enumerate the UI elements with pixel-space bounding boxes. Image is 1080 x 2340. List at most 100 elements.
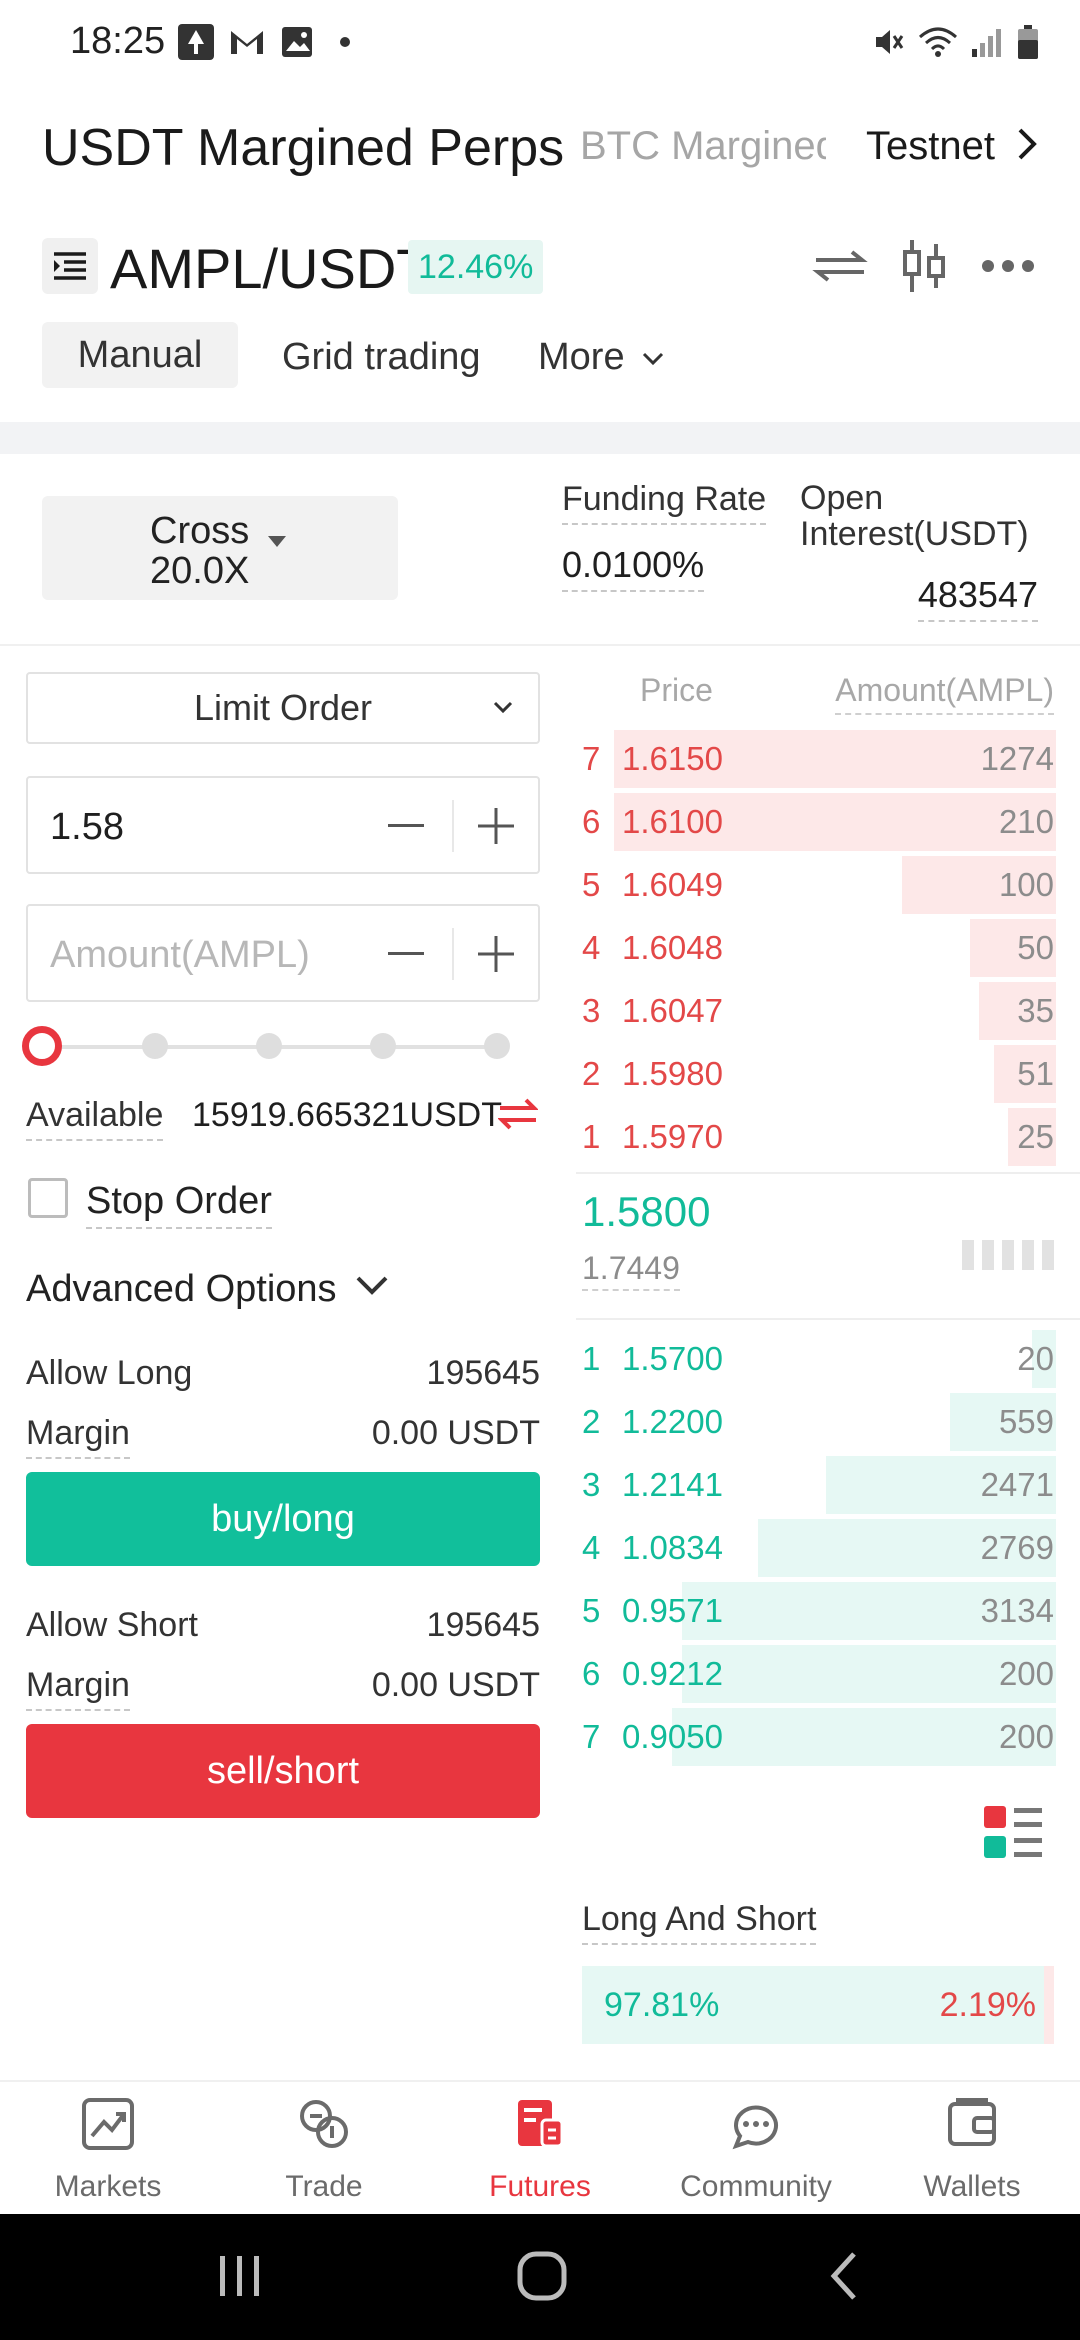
bid-row[interactable]: 2 1.2200 559	[576, 1393, 1056, 1451]
amount-increment-button[interactable]	[468, 926, 524, 982]
advanced-options-toggle[interactable]: Advanced Options	[26, 1268, 337, 1311]
minus-icon	[388, 952, 424, 955]
available-label[interactable]: Available	[26, 1096, 164, 1141]
bid-price: 1.2200	[622, 1403, 723, 1440]
nav-community[interactable]: Community	[648, 2082, 864, 2216]
orderbook-layout-icon[interactable]	[982, 1804, 1044, 1867]
amount-placeholder[interactable]: Amount(AMPL)	[50, 934, 310, 977]
ask-amount: 50	[1017, 929, 1054, 966]
ask-row[interactable]: 1 1.5970 25	[576, 1108, 1056, 1166]
price-decrement-button[interactable]	[378, 798, 434, 854]
bid-index: 4	[582, 1529, 601, 1566]
long-short-label[interactable]: Long And Short	[582, 1900, 817, 1945]
divider	[0, 644, 1080, 646]
divider	[452, 928, 454, 980]
tab-testnet[interactable]: Testnet	[866, 124, 995, 169]
tab-manual-label: Manual	[77, 333, 203, 376]
pair-name[interactable]: AMPL/USDT	[110, 236, 431, 301]
recent-apps-icon[interactable]	[216, 2250, 264, 2302]
ask-row[interactable]: 6 1.6100 210	[576, 793, 1056, 851]
leverage-selector[interactable]: Cross 20.0X	[42, 496, 398, 600]
pair-list-icon[interactable]	[42, 238, 98, 294]
allow-short-label: Allow Short	[26, 1606, 198, 1644]
chevron-down-icon[interactable]	[354, 1272, 390, 1300]
tab-btc-margined[interactable]: BTC Margined	[580, 124, 826, 169]
amount-decrement-button[interactable]	[378, 926, 434, 982]
funding-rate-label[interactable]: Funding Rate	[562, 480, 767, 525]
allow-long-value: 195645	[426, 1354, 540, 1392]
ask-row[interactable]: 3 1.6047 35	[576, 982, 1056, 1040]
price-value[interactable]: 1.58	[50, 806, 124, 849]
candlestick-chart-icon[interactable]	[894, 236, 954, 296]
short-ratio-fill	[1043, 1966, 1054, 2044]
ask-row[interactable]: 4 1.6048 50	[576, 919, 1056, 977]
bid-amount: 3134	[980, 1592, 1054, 1629]
nav-trade[interactable]: Trade	[216, 2082, 432, 2216]
nav-wallets-label: Wallets	[923, 2170, 1021, 2203]
nav-markets[interactable]: Markets	[0, 2082, 216, 2216]
chevron-down-icon	[493, 701, 513, 714]
ask-index: 5	[582, 866, 601, 903]
depth-precision-icon[interactable]	[962, 1240, 1054, 1270]
bid-amount: 200	[998, 1655, 1054, 1692]
ask-amount: 25	[1017, 1118, 1054, 1155]
tree-app-icon	[178, 24, 214, 60]
open-interest-label: Open Interest(USDT)	[800, 479, 1029, 553]
ask-amount: 100	[998, 866, 1054, 903]
price-input[interactable]: 1.58	[26, 776, 540, 874]
home-icon[interactable]	[516, 2250, 568, 2302]
long-ratio-value: 97.81%	[604, 1986, 720, 2024]
ask-amount: 210	[998, 803, 1054, 840]
gallery-icon	[282, 27, 312, 57]
bid-price: 1.2141	[622, 1466, 723, 1503]
bid-row[interactable]: 4 1.0834 2769	[576, 1519, 1056, 1577]
mark-price[interactable]: 1.7449	[582, 1250, 680, 1291]
bid-amount: 200	[998, 1718, 1054, 1755]
funding-rate-value[interactable]: 0.0100%	[562, 544, 705, 592]
tabs-scroll-right-icon[interactable]	[1014, 124, 1042, 174]
price-increment-button[interactable]	[468, 798, 524, 854]
tab-manual[interactable]: Manual	[42, 322, 238, 388]
bid-row[interactable]: 3 1.2141 2471	[576, 1456, 1056, 1514]
tab-grid-trading[interactable]: Grid trading	[282, 336, 481, 379]
slider-step-25[interactable]	[142, 1033, 168, 1059]
margin-short-label[interactable]: Margin	[26, 1666, 130, 1711]
tab-usdt-margined-perps[interactable]: USDT Margined Perps	[42, 118, 564, 178]
stop-order-label[interactable]: Stop Order	[86, 1180, 272, 1229]
order-type-value: Limit Order	[193, 687, 373, 728]
bid-row[interactable]: 5 0.9571 3134	[576, 1582, 1056, 1640]
battery-icon	[1018, 25, 1038, 59]
bid-row[interactable]: 6 0.9212 200	[576, 1645, 1056, 1703]
bid-index: 5	[582, 1592, 601, 1629]
slider-step-100[interactable]	[484, 1033, 510, 1059]
transfer-icon[interactable]	[497, 1096, 539, 1137]
orderbook-amount-header[interactable]: Amount(AMPL)	[835, 672, 1054, 715]
nav-wallets[interactable]: Wallets	[864, 2082, 1080, 2216]
bid-row[interactable]: 7 0.9050 200	[576, 1708, 1056, 1766]
tab-more[interactable]: More	[538, 336, 665, 379]
amount-input[interactable]: Amount(AMPL)	[26, 904, 540, 1002]
nav-futures[interactable]: Futures	[432, 2082, 648, 2216]
ask-row[interactable]: 7 1.6150 1274	[576, 730, 1056, 788]
ask-row[interactable]: 2 1.5980 51	[576, 1045, 1056, 1103]
buy-long-button[interactable]: buy/long	[26, 1472, 540, 1566]
available-value: 15919.665321USDT	[192, 1096, 503, 1134]
back-icon[interactable]	[826, 2250, 862, 2302]
ask-row[interactable]: 5 1.6049 100	[576, 856, 1056, 914]
sell-short-button[interactable]: sell/short	[26, 1724, 540, 1818]
minus-icon	[388, 824, 424, 827]
order-type-select[interactable]: Limit Order	[26, 672, 540, 744]
more-options-icon[interactable]	[978, 236, 1038, 296]
ask-price: 1.6047	[622, 992, 723, 1029]
slider-step-50[interactable]	[256, 1033, 282, 1059]
open-interest-value[interactable]: 483547	[917, 574, 1038, 622]
margin-long-label[interactable]: Margin	[26, 1414, 130, 1459]
system-navigation-bar	[0, 2214, 1080, 2340]
amount-slider-knob[interactable]	[22, 1026, 62, 1066]
ask-price: 1.6100	[622, 803, 723, 840]
tab-more-label: More	[538, 336, 625, 378]
swap-icon[interactable]	[810, 236, 870, 296]
slider-step-75[interactable]	[370, 1033, 396, 1059]
bid-row[interactable]: 1 1.5700 20	[576, 1330, 1056, 1388]
stop-order-checkbox[interactable]	[28, 1178, 68, 1218]
